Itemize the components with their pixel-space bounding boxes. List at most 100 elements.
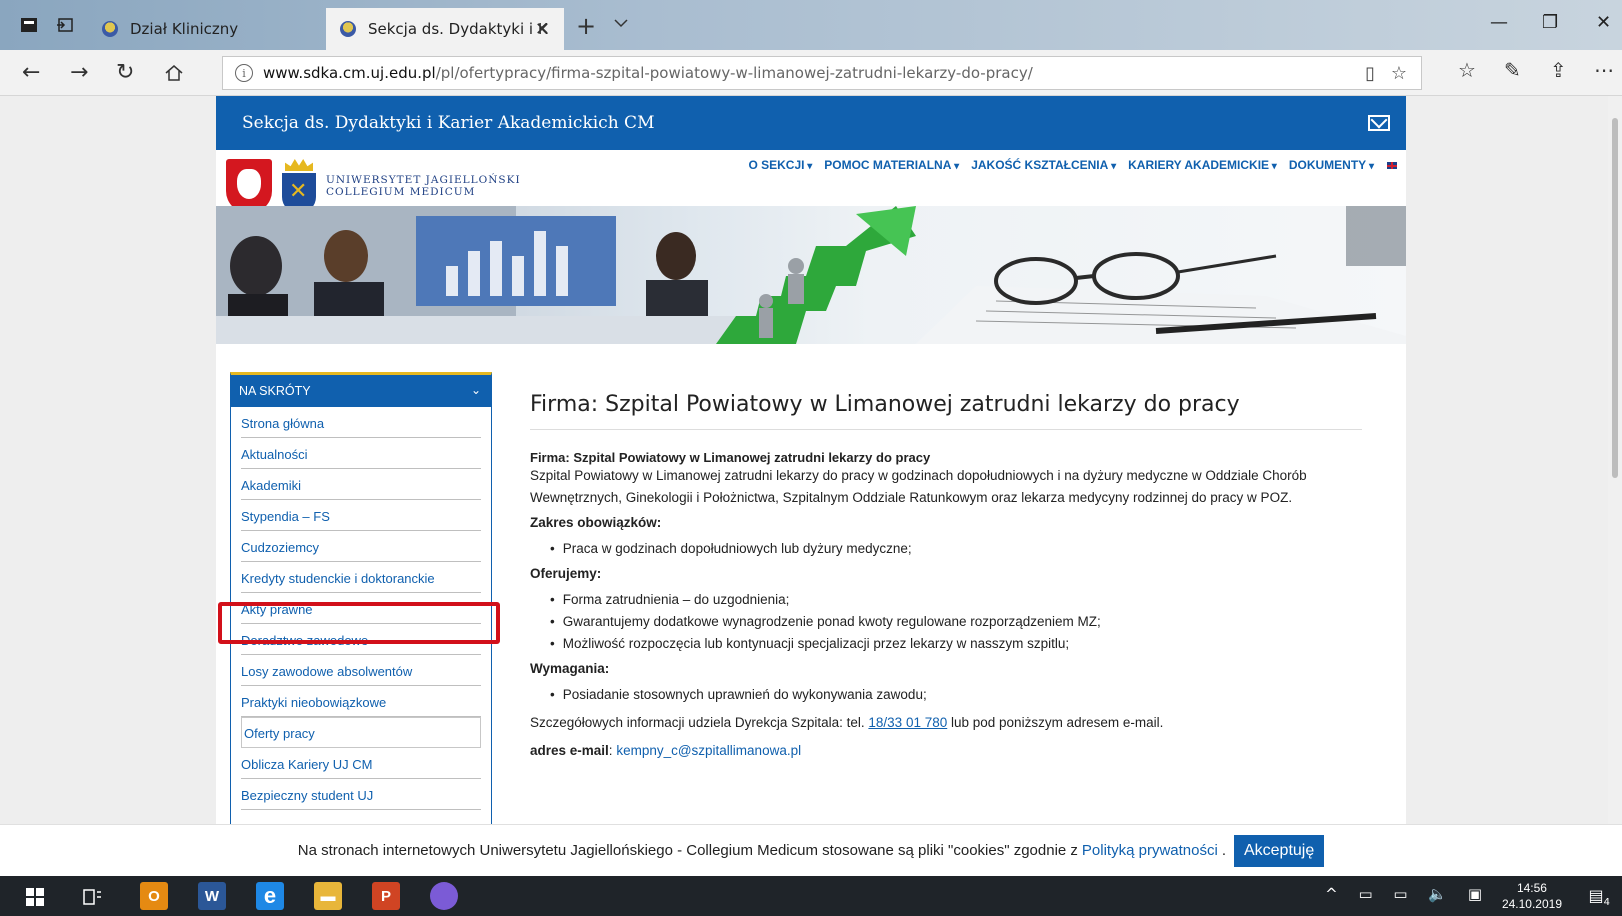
english-flag-icon[interactable]: [1386, 161, 1398, 170]
favorites-list-icon[interactable]: ☆: [1458, 58, 1476, 82]
duties-heading: Zakres obowiązków:: [530, 515, 662, 530]
sidebar-item-losy-zawodowe[interactable]: Losy zawodowe absolwentów: [241, 655, 481, 686]
scrollbar-thumb[interactable]: [1612, 118, 1618, 478]
clock-time: 14:56: [1516, 881, 1547, 895]
highlight-annotation: [218, 602, 500, 644]
article-intro: Szpital Powiatowy w Limanowej zatrudni l…: [530, 468, 1307, 505]
favicon-icon: [102, 21, 118, 37]
clock-date: 24.10.2019: [1501, 897, 1562, 911]
share-icon[interactable]: ⇪: [1550, 58, 1567, 82]
tab-dzial-kliniczny[interactable]: Dział Kliniczny: [88, 8, 326, 50]
tab-preview-icon[interactable]: [56, 17, 74, 33]
sidebar-item-bezpieczny-student[interactable]: Bezpieczny student UJ: [241, 779, 481, 810]
sidebar-item-cudzoziemcy[interactable]: Cudzoziemcy: [241, 531, 481, 562]
sidebar-item-strona-glowna[interactable]: Strona główna: [241, 407, 481, 438]
site-container: Sekcja ds. Dydaktyki i Karier Akademicki…: [216, 96, 1406, 824]
duties-list: Praca w godzinach dopołudniowych lub dyż…: [530, 538, 1362, 560]
browser-tab-bar: Dział Kliniczny Sekcja ds. Dydaktyki i K…: [0, 0, 1622, 50]
header-banner-image: [216, 206, 1406, 344]
mail-icon[interactable]: [1368, 115, 1390, 131]
tab-label: Sekcja ds. Dydaktyki i K: [368, 20, 548, 38]
page-title: Firma: Szpital Powiatowy w Limanowej zat…: [530, 392, 1362, 430]
requirements-heading: Wymagania:: [530, 661, 610, 676]
site-title[interactable]: Sekcja ds. Dydaktyki i Karier Akademicki…: [242, 113, 654, 133]
nav-item-o-sekcji[interactable]: O SEKCJI: [748, 158, 812, 172]
uj-crest-icon: [282, 159, 316, 213]
email-paragraph: adres e-mail: kempny_c@szpitallimanowa.p…: [530, 743, 802, 758]
favicon-icon: [340, 21, 356, 37]
sidebar-item-aktualnosci[interactable]: Aktualności: [241, 438, 481, 469]
list-item: Praca w godzinach dopołudniowych lub dyż…: [550, 538, 1362, 560]
sidebar-shortcuts: NA SKRÓTY ⌄ Strona główna Aktualności Ak…: [230, 372, 492, 824]
nav-item-kariery-akademickie[interactable]: KARIERY AKADEMICKIE: [1128, 158, 1277, 172]
polish-eagle-icon: [226, 159, 272, 213]
edge-icon[interactable]: e: [256, 882, 284, 910]
sidebar-heading[interactable]: NA SKRÓTY ⌄: [231, 375, 491, 407]
cookie-text: Na stronach internetowych Uniwersytetu J…: [297, 842, 1078, 859]
restore-icon[interactable]: ❐: [1542, 12, 1558, 33]
pen-icon[interactable]: ✎: [1504, 58, 1521, 82]
sidebar-item-kredyty[interactable]: Kredyty studenckie i doktoranckie: [241, 562, 481, 593]
tab-sekcja-active[interactable]: Sekcja ds. Dydaktyki i K ✕: [326, 8, 564, 50]
sidebar-item-akademiki[interactable]: Akademiki: [241, 469, 481, 500]
email-link[interactable]: kempny_c@szpitallimanowa.pl: [616, 743, 801, 758]
back-icon[interactable]: ←: [22, 60, 40, 85]
sidebar-item-oblicza-kariery[interactable]: Oblicza Kariery UJ CM: [241, 748, 481, 779]
notification-center-icon[interactable]: ▤4: [1589, 886, 1611, 908]
chevron-down-icon[interactable]: ⌄: [471, 383, 481, 397]
nav-item-jakosc-ksztalcenia[interactable]: JAKOŚĆ KSZTAŁCENIA: [971, 158, 1116, 172]
windows-taskbar: O W e ▬ P ^ ▭ ▭ 🔈 ▣ 14:56 24.10.2019 ▤4: [0, 876, 1622, 916]
sidebar-item-oferty-pracy[interactable]: Oferty pracy: [241, 717, 481, 748]
info-icon[interactable]: i: [235, 64, 253, 82]
refresh-icon[interactable]: ↻: [116, 60, 134, 85]
cookie-bar: Na stronach internetowych Uniwersytetu J…: [0, 824, 1622, 876]
forward-icon[interactable]: →: [70, 60, 88, 85]
url-input[interactable]: i www.sdka.cm.uj.edu.pl/pl/ofertypracy/f…: [222, 56, 1422, 90]
sidebar-item-stypendia[interactable]: Stypendia – FS: [241, 500, 481, 531]
brand-text: UNIWERSYTET JAGIELLOŃSKI COLLEGIUM MEDIC…: [326, 174, 521, 198]
powerpoint-icon[interactable]: P: [372, 882, 400, 910]
clock[interactable]: 14:56 24.10.2019: [1502, 880, 1562, 912]
article: Firma: Szpital Powiatowy w Limanowej zat…: [530, 392, 1362, 762]
url-host: www.sdka.cm.uj.edu.pl: [263, 64, 436, 82]
reading-view-icon[interactable]: ▯: [1365, 63, 1375, 84]
paint3d-icon[interactable]: [430, 882, 458, 910]
article-subtitle: Firma: Szpital Powiatowy w Limanowej zat…: [530, 450, 931, 465]
set-aside-tabs-icon[interactable]: [20, 17, 38, 33]
word-icon[interactable]: W: [198, 882, 226, 910]
address-bar-row: ← → ↻ i www.sdka.cm.uj.edu.pl/pl/ofertyp…: [0, 50, 1622, 96]
top-navigation: O SEKCJI POMOC MATERIALNA JAKOŚĆ KSZTAŁC…: [748, 158, 1398, 172]
list-item: Forma zatrudnienia – do uzgodnienia;: [550, 589, 1362, 611]
task-view-icon[interactable]: [82, 887, 102, 907]
new-tab-icon[interactable]: +: [576, 12, 596, 40]
privacy-policy-link[interactable]: Polityką prywatności: [1082, 842, 1218, 859]
nav-item-pomoc-materialna[interactable]: POMOC MATERIALNA: [824, 158, 959, 172]
nav-item-dokumenty[interactable]: DOKUMENTY: [1289, 158, 1374, 172]
chevron-down-icon[interactable]: [614, 16, 628, 30]
windows-start-icon[interactable]: [26, 888, 44, 906]
close-window-icon[interactable]: ✕: [1596, 12, 1611, 33]
phone-link[interactable]: 18/33 01 780: [868, 715, 947, 730]
home-icon[interactable]: [164, 64, 184, 82]
requirements-list: Posiadanie stosownych uprawnień do wykon…: [530, 684, 1362, 706]
favorite-star-icon[interactable]: ☆: [1391, 63, 1407, 84]
minimize-icon[interactable]: —: [1490, 12, 1508, 33]
list-item: Posiadanie stosownych uprawnień do wykon…: [550, 684, 1362, 706]
file-explorer-icon[interactable]: ▬: [314, 882, 342, 910]
offer-heading: Oferujemy:: [530, 566, 602, 581]
outlook-icon[interactable]: O: [140, 882, 168, 910]
tab-label: Dział Kliniczny: [130, 20, 239, 38]
offer-list: Forma zatrudnienia – do uzgodnienia; Gwa…: [530, 589, 1362, 655]
page-scrollbar[interactable]: [1608, 96, 1622, 824]
more-icon[interactable]: ⋯: [1594, 58, 1614, 82]
sidebar-item-praktyki[interactable]: Praktyki nieobowiązkowe: [241, 686, 481, 717]
site-header: Sekcja ds. Dydaktyki i Karier Akademicki…: [216, 96, 1406, 150]
page-viewport: Sekcja ds. Dydaktyki i Karier Akademicki…: [0, 96, 1622, 824]
list-item: Możliwość rozpoczęcia lub kontynuacji sp…: [550, 633, 1362, 655]
contact-paragraph: Szczegółowych informacji udziela Dyrekcj…: [530, 715, 1164, 730]
system-tray-icons[interactable]: ^ ▭ ▭ 🔈 ▣: [1325, 885, 1490, 903]
url-path: /pl/ofertypracy/firma-szpital-powiatowy-…: [435, 64, 1033, 82]
list-item: Gwarantujemy dodatkowe wynagrodzenie pon…: [550, 611, 1362, 633]
close-tab-icon[interactable]: ✕: [535, 19, 550, 40]
accept-cookies-button[interactable]: Akceptuję: [1233, 834, 1325, 867]
